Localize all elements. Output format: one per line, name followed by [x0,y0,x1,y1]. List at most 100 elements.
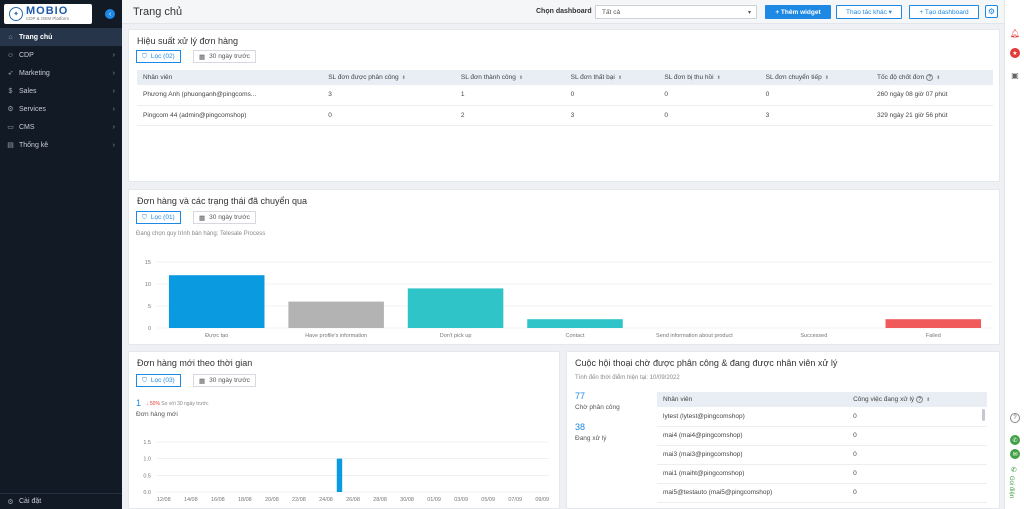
right-toolbar: 🔔︎ ★ ▣ ? ✆ ✉ ✆ Gọi điện [1004,0,1024,509]
bell-icon[interactable]: 🔔︎ [1010,28,1020,38]
column-header[interactable]: Tốc độ chốt đơn? ⬍ [871,70,993,85]
info-icon[interactable]: ? [926,74,934,81]
table-cell: 2 [454,105,565,126]
x-tick-label: Don't pick up [440,333,472,339]
new-orders-card: Đơn hàng mới theo thời gian ⛉ Lọc (03) ▦… [128,351,560,509]
column-header[interactable]: Nhân viên [137,70,323,85]
sidebar-item-marketing[interactable]: ➶ Marketing › [0,64,122,82]
phone-icon: ✆ [1011,467,1017,474]
x-tick-label: 16/08 [211,497,225,503]
table-row[interactable]: Phương Anh (phuonganh@pingcoms... 3 1 0 0 0 26… [137,85,993,106]
sidebar-item-settings[interactable]: ⚙ Cài đặt [0,493,122,509]
column-header[interactable]: SL đơn được phân công ⬍ [322,70,455,85]
column-header[interactable]: SL đơn thành công ⬍ [454,70,565,85]
filter-button[interactable]: ⛉ Lọc (02) [136,50,181,63]
sort-icon[interactable]: ⬍ [717,75,721,81]
conversations-table: Nhân viên Công việc đang xử lý? ⬍ lytest (… [657,392,987,503]
table-body: lytest (lytest@pingcomshop) 0 mai4 (mai4@p… [657,407,987,503]
x-tick-label: Have profile's information [305,333,367,339]
chevron-right-icon: › [112,87,115,95]
logo[interactable]: ✦ MOBIO CDP & OEM Platform [4,4,92,24]
date-range-button[interactable]: ▦ 30 ngày trước [193,211,256,224]
sort-icon[interactable]: ⬍ [825,75,829,81]
y-tick-label: 1.5 [143,440,151,446]
more-actions-button[interactable]: Thao tác khác ▾ [836,5,902,19]
x-tick-label: Successed [800,333,827,339]
sort-icon[interactable]: ⬍ [926,397,930,403]
filter-icon: ⛉ [142,376,147,384]
rocket-icon: ➶ [7,70,14,77]
column-header[interactable]: Công việc đang xử lý? ⬍ [847,392,987,407]
dashboard-select[interactable]: Tất cả ▾ [595,5,757,19]
x-tick-label: 07/09 [508,497,522,503]
sidebar-item-sales[interactable]: $ Sales › [0,82,122,100]
column-header[interactable]: SL đơn bị thu hồi ⬍ [658,70,760,85]
x-tick-label: 28/08 [373,497,387,503]
help-icon[interactable]: ? [1010,413,1020,423]
column-header-label: SL đơn chuyển tiếp [765,74,822,81]
filter-button[interactable]: ⛉ Lọc (01) [136,211,181,224]
sort-icon[interactable]: ⬍ [618,75,622,81]
sidebar-item-label: Sales [19,87,37,95]
create-dashboard-button[interactable]: + Tạo dashboard [909,5,979,19]
star-icon[interactable]: ★ [1010,48,1020,58]
chart-bar[interactable] [527,319,623,328]
card-title: Đơn hàng mới theo thời gian [137,358,253,368]
logo-badge-icon: ✦ [9,7,23,21]
sidebar-item-services[interactable]: ⚙ Services › [0,100,122,118]
dashboard-settings-icon[interactable]: ⚙ [985,5,998,18]
sidebar-item-trang-ch-[interactable]: ⌂ Trang chủ [0,28,122,46]
table-cell: mai3 (mai3@pingcomshop) [657,445,848,465]
table-cell: 260 ngày 08 giờ 07 phút [871,85,993,106]
x-tick-label: 01/09 [427,497,441,503]
sidebar-item-cdp[interactable]: ☺ CDP › [0,46,122,64]
table-row[interactable]: mai4 (mai4@pingcomshop) 0 [657,426,987,446]
chart-bar[interactable] [885,319,982,328]
phone-icon[interactable]: ✆ [1010,435,1020,445]
table-row[interactable]: Pingcom 44 (admin@pingcomshop) 0 2 3 0 3 329 n… [137,105,993,126]
chart-bar[interactable] [288,301,384,328]
gear-icon: ⚙ [7,106,14,113]
chart-bar[interactable] [407,288,504,328]
sort-icon[interactable]: ⬍ [519,75,523,81]
call-label: Gọi điện [1008,475,1015,499]
table-body: Phương Anh (phuonganh@pingcoms... 3 1 0 0 0 26… [137,85,993,126]
table-header-row: Nhân viên Công việc đang xử lý? ⬍ [657,392,987,407]
chart-bar[interactable] [336,458,343,492]
table-cell: Phương Anh (phuonganh@pingcoms... [137,85,323,106]
date-range-button[interactable]: ▦ 30 ngày trước [193,50,256,63]
column-header[interactable]: SL đơn thất bại ⬍ [564,70,659,85]
order-status-bar-chart: 0 5 10 15 Được tạo Have profile's information… [145,260,993,339]
dashboard-label: Chọn dashboard [536,8,592,15]
sidebar-item-cms[interactable]: ▭ CMS › [0,118,122,136]
sort-icon[interactable]: ⬍ [402,75,406,81]
table-row[interactable]: mai1 (maiht@pingcomshop) 0 [657,464,987,484]
sort-icon[interactable]: ⬍ [936,75,940,81]
column-header[interactable]: Nhân viên [657,392,848,407]
x-tick-label: 20/08 [265,497,279,503]
table-scrollbar[interactable] [982,409,985,421]
collapse-sidebar-icon[interactable]: ‹ [105,9,115,19]
call-button[interactable]: ✆ Gọi điện [1008,466,1022,502]
filter-button[interactable]: ⛉ Lọc (03) [136,374,181,387]
y-tick-label: 1.0 [143,457,151,463]
table-row[interactable]: mai5@testauto (mai5@pingcomshop) 0 [657,483,987,503]
date-range-label: 30 ngày trước [209,53,250,60]
card-title: Đơn hàng và các trạng thái đã chuyển qua [137,196,308,206]
table-cell: 3 [564,105,659,126]
chart-bar[interactable] [168,275,265,328]
x-tick-label: 09/09 [535,497,549,503]
chat-icon[interactable]: ✉ [1010,449,1020,459]
add-widget-button[interactable]: + Thêm widget [765,5,831,19]
date-range-button[interactable]: ▦ 30 ngày trước [193,374,256,387]
table-row[interactable]: mai3 (mai3@pingcomshop) 0 [657,445,987,465]
column-header[interactable]: SL đơn chuyển tiếp ⬍ [759,70,871,85]
table-row[interactable]: lytest (lytest@pingcomshop) 0 [657,407,987,427]
info-icon[interactable]: ? [916,396,924,403]
new-orders-compare: ↓ 50% So với 30 ngày trước [146,401,208,407]
sidebar-item-th-ng-k-[interactable]: ▤ Thống kê › [0,136,122,154]
archive-icon[interactable]: ▣ [1010,70,1020,80]
table-cell: 0 [847,426,987,446]
conversations-card: Cuộc hội thoại chờ được phân công & đang… [566,351,1000,509]
calendar-icon: ▦ [199,53,206,61]
